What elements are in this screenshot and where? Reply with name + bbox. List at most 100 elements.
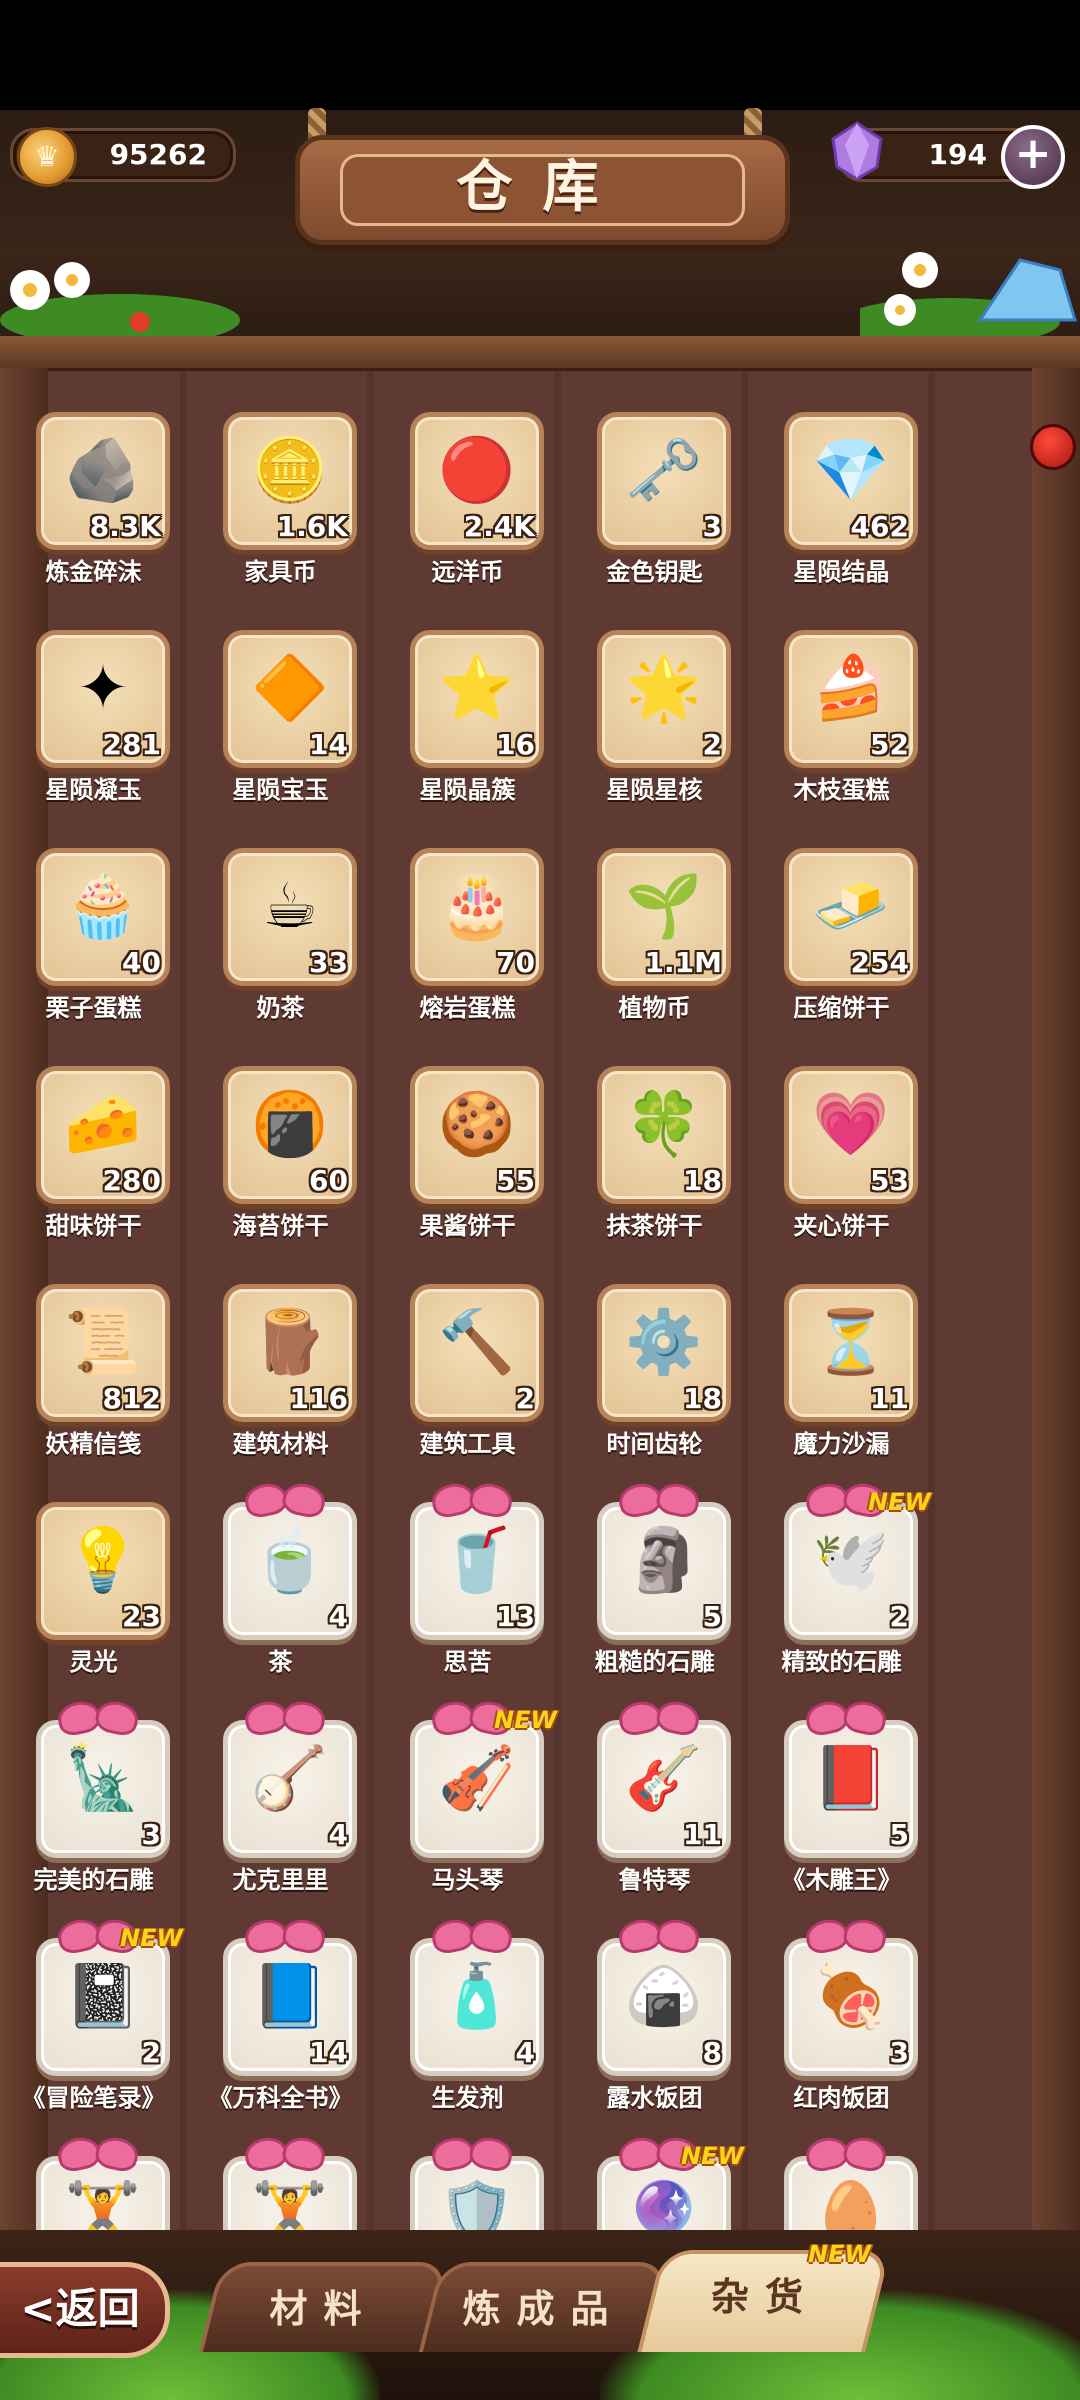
inventory-item[interactable]: 🍙 8 露水饭团 — [561, 1930, 748, 2148]
item-tile[interactable]: 🍙 8 — [597, 1938, 731, 2076]
item-tile[interactable]: ⭐ 16 — [410, 630, 544, 768]
item-count: 18 — [683, 1164, 722, 1197]
inventory-item[interactable]: 🧀 280 甜味饼干 — [0, 1058, 187, 1276]
inventory-item[interactable]: 🪙 1.6K 家具币 — [187, 404, 374, 622]
item-tile[interactable]: 🔶 14 — [223, 630, 357, 768]
inventory-item[interactable]: 🧴 4 生发剂 — [374, 1930, 561, 2148]
item-tile[interactable]: 🕊️ 2 — [784, 1502, 918, 1640]
item-tile[interactable]: ⚙️ 18 — [597, 1284, 731, 1422]
inventory-item[interactable]: 🗝️ 3 金色钥匙 — [561, 404, 748, 622]
item-tile[interactable]: 📕 5 — [784, 1720, 918, 1858]
inventory-item[interactable]: ⭐ 16 星陨晶簇 — [374, 622, 561, 840]
inventory-item[interactable]: ✦ 281 星陨凝玉 — [0, 622, 187, 840]
item-tile[interactable]: 🌱 1.1M — [597, 848, 731, 986]
item-tile[interactable]: 🌟 2 — [597, 630, 731, 768]
item-label: 星陨宝玉 — [232, 776, 329, 804]
item-tile[interactable]: 🗝️ 3 — [597, 412, 731, 550]
gem-counter: 194 + — [831, 121, 1065, 189]
item-tile[interactable]: 💎 462 — [784, 412, 918, 550]
inventory-item[interactable]: 💡 23 灵光 — [0, 1494, 187, 1712]
item-tile[interactable]: 🧀 280 — [36, 1066, 170, 1204]
item-label: 星陨凝玉 — [45, 776, 142, 804]
item-label: 马头琴 — [431, 1866, 504, 1894]
item-tile[interactable]: 🍵 4 — [223, 1502, 357, 1640]
item-tile[interactable]: 📘 14 — [223, 1938, 357, 2076]
tab-refined[interactable]: 炼成品 — [418, 2262, 670, 2352]
inventory-item[interactable]: 🥤 13 思苦 — [374, 1494, 561, 1712]
item-tile[interactable]: 🍖 3 — [784, 1938, 918, 2076]
item-tile[interactable]: 🪵 116 — [223, 1284, 357, 1422]
inventory-item[interactable]: 🪕 4 尤克里里 — [187, 1712, 374, 1930]
item-tile[interactable]: 🍰 52 — [784, 630, 918, 768]
item-count: 5 — [889, 1818, 909, 1851]
inventory-item[interactable]: 🎻 NEW 马头琴 — [374, 1706, 561, 1930]
item-tile[interactable]: 💡 23 — [36, 1502, 170, 1640]
item-tile[interactable]: 🗽 3 — [36, 1720, 170, 1858]
inventory-item[interactable]: 🔶 14 星陨宝玉 — [187, 622, 374, 840]
title-sign: 仓库 — [295, 135, 790, 245]
gift-bow-icon — [245, 1484, 325, 1516]
item-tile[interactable]: 🎸 11 — [597, 1720, 731, 1858]
inventory-item[interactable]: 🔨 2 建筑工具 — [374, 1276, 561, 1494]
inventory-item[interactable]: 🌱 1.1M 植物币 — [561, 840, 748, 1058]
inventory-item[interactable]: 🧁 40 栗子蛋糕 — [0, 840, 187, 1058]
item-tile[interactable]: ✦ 281 — [36, 630, 170, 768]
item-tile[interactable]: 🔴 2.4K — [410, 412, 544, 550]
item-tile[interactable]: 🗿 5 — [597, 1502, 731, 1640]
item-tile[interactable]: 🍘 60 — [223, 1066, 357, 1204]
inventory-item[interactable]: 🧈 254 压缩饼干 — [748, 840, 935, 1058]
item-tile[interactable]: ☕ 33 — [223, 848, 357, 986]
item-tile[interactable]: 🎂 70 — [410, 848, 544, 986]
inventory-item[interactable]: 🗿 5 粗糙的石雕 — [561, 1494, 748, 1712]
item-tile[interactable]: 💗 53 — [784, 1066, 918, 1204]
inventory-item[interactable]: 🕊️ 2 NEW 精致的石雕 — [748, 1488, 935, 1712]
inventory-item[interactable]: 🌟 2 星陨星核 — [561, 622, 748, 840]
inventory-item[interactable]: ⏳ 11 魔力沙漏 — [748, 1276, 935, 1494]
item-count: 3 — [702, 510, 722, 543]
item-tile[interactable]: 🎻 — [410, 1720, 544, 1858]
back-button[interactable]: <返回 — [0, 2262, 170, 2358]
inventory-item[interactable]: 🎸 11 鲁特琴 — [561, 1712, 748, 1930]
item-tile[interactable]: 🧁 40 — [36, 848, 170, 986]
item-tile[interactable]: 🪨 8.3K — [36, 412, 170, 550]
item-tile[interactable]: ⏳ 11 — [784, 1284, 918, 1422]
inventory-item[interactable]: 💎 462 星陨结晶 — [748, 404, 935, 622]
item-count: 4 — [515, 2036, 535, 2069]
inventory-item[interactable]: 🍵 4 茶 — [187, 1494, 374, 1712]
item-tile[interactable]: 🪕 4 — [223, 1720, 357, 1858]
item-tile[interactable]: 📓 2 — [36, 1938, 170, 2076]
inventory-item[interactable]: 🍖 3 红肉饭团 — [748, 1930, 935, 2148]
item-tile[interactable]: 🪙 1.6K — [223, 412, 357, 550]
inventory-item[interactable]: 🍘 60 海苔饼干 — [187, 1058, 374, 1276]
item-tile[interactable]: 📜 812 — [36, 1284, 170, 1422]
inventory-item[interactable]: 🪵 116 建筑材料 — [187, 1276, 374, 1494]
item-label: 鲁特琴 — [618, 1866, 691, 1894]
item-count: 1.6K — [276, 510, 348, 543]
item-tile[interactable]: 🔨 2 — [410, 1284, 544, 1422]
new-badge: NEW — [120, 1924, 183, 1952]
inventory-item[interactable]: 📕 5 《木雕王》 — [748, 1712, 935, 1930]
add-gems-button[interactable]: + — [1001, 125, 1065, 189]
tab-materials[interactable]: 材料 — [198, 2262, 450, 2352]
inventory-item[interactable]: 🍪 55 果酱饼干 — [374, 1058, 561, 1276]
inventory-item[interactable]: 💗 53 夹心饼干 — [748, 1058, 935, 1276]
inventory-item[interactable]: 🪨 8.3K 炼金碎沫 — [0, 404, 187, 622]
inventory-item[interactable]: 📓 2 NEW 《冒险笔录》 — [0, 1924, 187, 2148]
inventory-item[interactable]: 🍰 52 木枝蛋糕 — [748, 622, 935, 840]
item-tile[interactable]: 🍀 18 — [597, 1066, 731, 1204]
inventory-item[interactable]: 📜 812 妖精信笺 — [0, 1276, 187, 1494]
item-tile[interactable]: 🧈 254 — [784, 848, 918, 986]
plant-coin-icon: 🌱 — [625, 869, 703, 942]
inventory-item[interactable]: 📘 14 《万科全书》 — [187, 1930, 374, 2148]
item-count: 2 — [141, 2036, 161, 2069]
inventory-item[interactable]: 🗽 3 完美的石雕 — [0, 1712, 187, 1930]
inventory-item[interactable]: ☕ 33 奶茶 — [187, 840, 374, 1058]
item-tile[interactable]: 🧴 4 — [410, 1938, 544, 2076]
item-label: 海苔饼干 — [232, 1212, 329, 1240]
item-tile[interactable]: 🍪 55 — [410, 1066, 544, 1204]
inventory-item[interactable]: 🎂 70 熔岩蛋糕 — [374, 840, 561, 1058]
inventory-item[interactable]: 🔴 2.4K 远洋币 — [374, 404, 561, 622]
inventory-item[interactable]: ⚙️ 18 时间齿轮 — [561, 1276, 748, 1494]
item-tile[interactable]: 🥤 13 — [410, 1502, 544, 1640]
inventory-item[interactable]: 🍀 18 抹茶饼干 — [561, 1058, 748, 1276]
